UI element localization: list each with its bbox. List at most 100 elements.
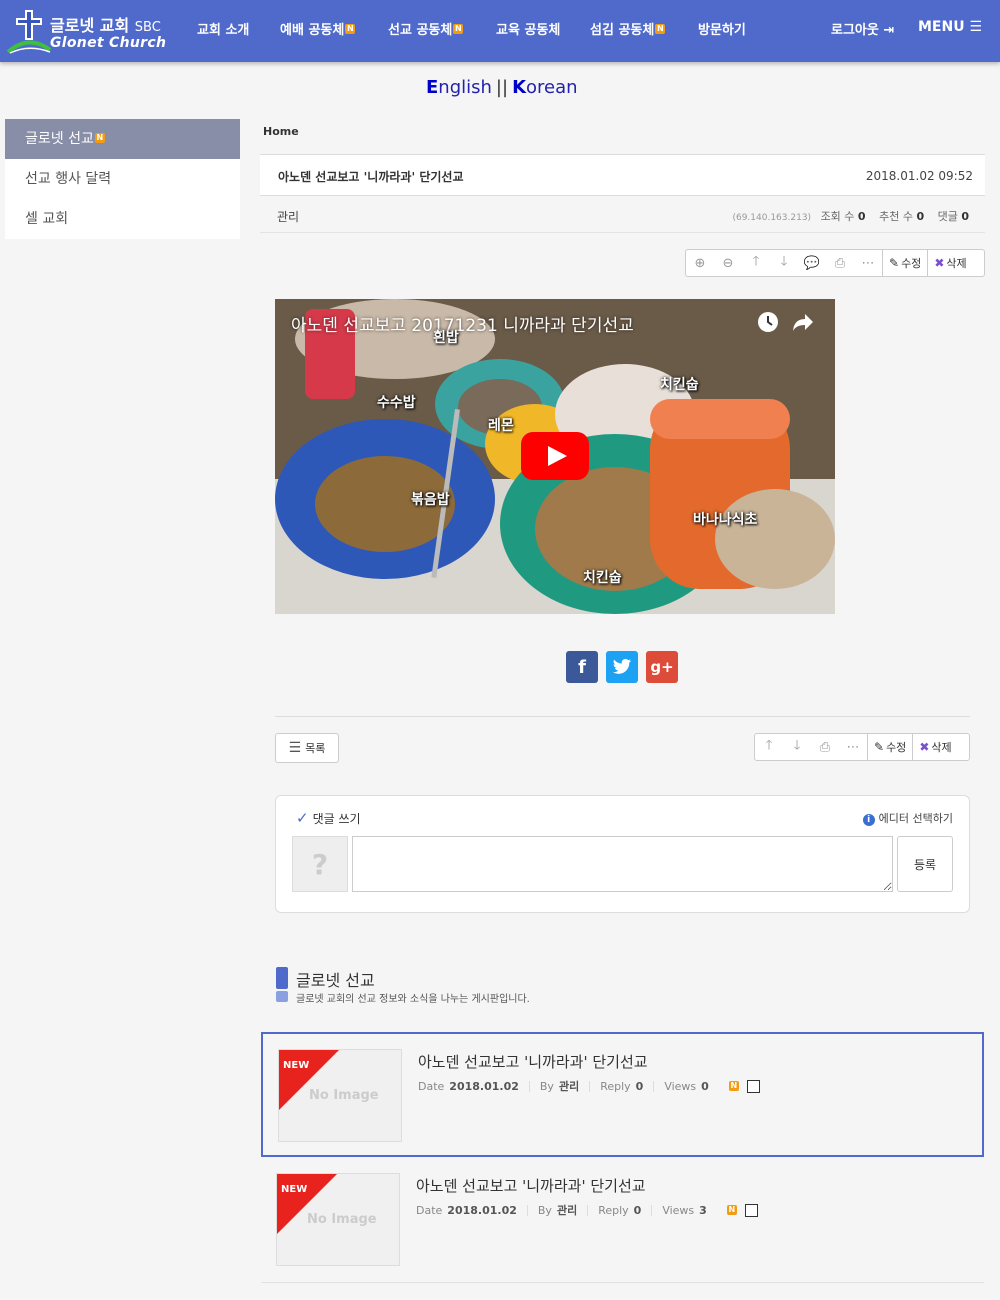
print-icon[interactable]: ⎙ [826, 250, 854, 276]
edit-button[interactable]: ✎ 수정 [867, 734, 912, 760]
post-author[interactable]: 관리 [277, 208, 299, 225]
arrow-down-icon[interactable]: 🡓 [783, 734, 811, 760]
item-title[interactable]: 아노덴 선교보고 '니까라과' 단기선교 [416, 1175, 646, 1196]
new-label: NEW [283, 1060, 310, 1071]
nav-church-intro[interactable]: 교회 소개 [197, 19, 249, 38]
nav-education[interactable]: 교육 공동체 [496, 19, 560, 38]
top-navbar: 글로넷 교회 SBC Glonet Church 교회 소개 예배 공동체 N 선… [0, 0, 1000, 62]
video-title: 아노덴 선교보고 20171231 니까라과 단기선교 [291, 316, 634, 336]
delete-button[interactable]: ✖ 삭제 [912, 734, 957, 760]
google-plus-share-button[interactable]: g+ [646, 651, 678, 683]
globe-swoosh-icon [6, 40, 52, 54]
post-title: 아노덴 선교보고 '니까라과' 단기선교 [278, 170, 464, 184]
nav-mission[interactable]: 선교 공동체 N [388, 19, 464, 38]
new-badge: N [94, 133, 105, 143]
video-label: 치킨숩 [660, 377, 699, 393]
avatar: ? [292, 836, 348, 892]
logo-korean-name: 글로넷 교회 SBC [50, 16, 161, 35]
item-meta: Date 2018.01.02 By 관리 Reply 0 Views 3 N [416, 1202, 758, 1218]
delete-button[interactable]: ✖ 삭제 [927, 250, 972, 276]
no-image-text: No Image [307, 1212, 377, 1227]
ip-address: (69.140.163.213) [732, 213, 812, 223]
edit-button[interactable]: ✎ 수정 [882, 250, 927, 276]
nav-visit[interactable]: 방문하기 [698, 19, 746, 38]
pencil-icon: ✎ [889, 256, 900, 270]
list-button[interactable]: ☰ 목록 [275, 733, 339, 763]
board-description: 글로넷 교회의 선교 정보와 소식을 나누는 게시판입니다. [296, 994, 530, 1005]
new-label: NEW [281, 1184, 308, 1195]
arrow-up-icon[interactable]: 🡑 [755, 734, 783, 760]
logout-icon: ⇥ [883, 23, 895, 38]
watch-later-icon[interactable] [757, 311, 779, 333]
info-icon: i [862, 814, 875, 826]
thumbnail[interactable]: NEW No Image [276, 1173, 400, 1266]
comment-textarea[interactable] [352, 836, 893, 892]
english-link[interactable]: English [426, 77, 492, 98]
more-icon[interactable]: ⋯ [854, 250, 882, 276]
thumbnail[interactable]: NEW No Image [278, 1049, 402, 1142]
post-date: 2018.01.02 09:52 [865, 169, 973, 183]
post-stats: (69.140.163.213) 조회 수 0 추천 수 0 댓글 0 [732, 210, 969, 223]
logout-link[interactable]: 로그아웃 ⇥ [831, 19, 894, 38]
sidebar: 글로넷 선교 N 선교 행사 달력 셀 교회 [5, 119, 240, 239]
video-label: 볶음밥 [411, 492, 450, 508]
new-badge: N [655, 24, 666, 34]
hamburger-icon: ☰ [969, 19, 983, 35]
x-icon: ✖ [934, 256, 945, 270]
youtube-video[interactable]: 아노덴 선교보고 20171231 니까라과 단기선교 흰밥 수수밥 레몬 치킨… [275, 299, 835, 614]
editor-select-link[interactable]: i 에디터 선택하기 [862, 810, 953, 826]
post-header: 아노덴 선교보고 '니까라과' 단기선교 2018.01.02 09:52 [260, 154, 985, 196]
arrow-down-icon[interactable]: 🡓 [770, 250, 798, 276]
nav-worship[interactable]: 예배 공동체 N [280, 19, 356, 38]
korean-link[interactable]: Korean [512, 77, 577, 98]
list-item[interactable]: NEW No Image 아노덴 선교보고 '니까라과' 단기선교 Date 20… [261, 1158, 984, 1283]
post-toolbar-bottom: 🡑 🡓 ⎙ ⋯ ✎ 수정 ✖ 삭제 [754, 733, 970, 761]
twitter-share-button[interactable] [606, 651, 638, 683]
share-arrow-icon[interactable] [791, 311, 815, 333]
print-icon[interactable]: ⎙ [811, 734, 839, 760]
post-meta: 관리 (69.140.163.213) 조회 수 0 추천 수 0 댓글 0 [260, 197, 985, 233]
list-item[interactable]: NEW No Image 아노덴 선교보고 '니까라과' 단기선교 Date 20… [261, 1032, 984, 1157]
facebook-icon: f [578, 656, 586, 678]
video-label: 수수밥 [377, 395, 416, 411]
more-icon[interactable]: ⋯ [839, 734, 867, 760]
divider [275, 716, 970, 717]
new-badge: N [345, 24, 356, 34]
arrow-up-icon[interactable]: 🡑 [742, 250, 770, 276]
no-image-text: No Image [309, 1088, 379, 1103]
zoom-in-icon[interactable]: ⊕ [686, 250, 714, 276]
board-desc-bar [276, 991, 288, 1002]
site-logo[interactable]: 글로넷 교회 SBC Glonet Church [6, 8, 176, 56]
sidebar-item-cell-church[interactable]: 셀 교회 [5, 199, 240, 239]
list-icon: ☰ [288, 740, 302, 756]
nav-service[interactable]: 섬김 공동체 N [590, 19, 666, 38]
sidebar-item-mission-calendar[interactable]: 선교 행사 달력 [5, 159, 240, 199]
sidebar-item-glonet-mission[interactable]: 글로넷 선교 N [5, 119, 240, 159]
select-checkbox[interactable] [744, 1203, 758, 1217]
comment-icon[interactable]: 💬 [798, 250, 826, 276]
video-label: 레몬 [488, 418, 514, 434]
google-plus-icon: g+ [650, 658, 674, 676]
language-switcher: English || Korean [426, 77, 578, 98]
pencil-icon: ✎ [874, 740, 885, 754]
board-title-bar [276, 967, 288, 989]
item-title[interactable]: 아노덴 선교보고 '니까라과' 단기선교 [418, 1051, 648, 1072]
item-meta: Date 2018.01.02 By 관리 Reply 0 Views 0 N [418, 1078, 760, 1094]
select-checkbox[interactable] [746, 1079, 760, 1093]
video-label: 치킨숩 [583, 570, 622, 586]
logo-english-name: Glonet Church [50, 35, 167, 51]
menu-button[interactable]: MENU ☰ [918, 19, 982, 35]
board-title: 글로넷 선교 [296, 971, 375, 990]
zoom-out-icon[interactable]: ⊖ [714, 250, 742, 276]
new-badge: N [726, 1205, 737, 1215]
post-toolbar-top: ⊕ ⊖ 🡑 🡓 💬 ⎙ ⋯ ✎ 수정 ✖ 삭제 [685, 249, 985, 277]
play-button-icon[interactable] [521, 432, 589, 480]
twitter-icon [612, 658, 632, 674]
breadcrumb[interactable]: Home [263, 125, 299, 138]
new-badge: N [453, 24, 464, 34]
submit-comment-button[interactable]: 등록 [897, 836, 953, 892]
comment-form: ✓ 댓글 쓰기 i 에디터 선택하기 ? 등록 [275, 795, 970, 913]
new-badge: N [728, 1081, 739, 1091]
video-label: 흰밥 [433, 330, 459, 346]
facebook-share-button[interactable]: f [566, 651, 598, 683]
